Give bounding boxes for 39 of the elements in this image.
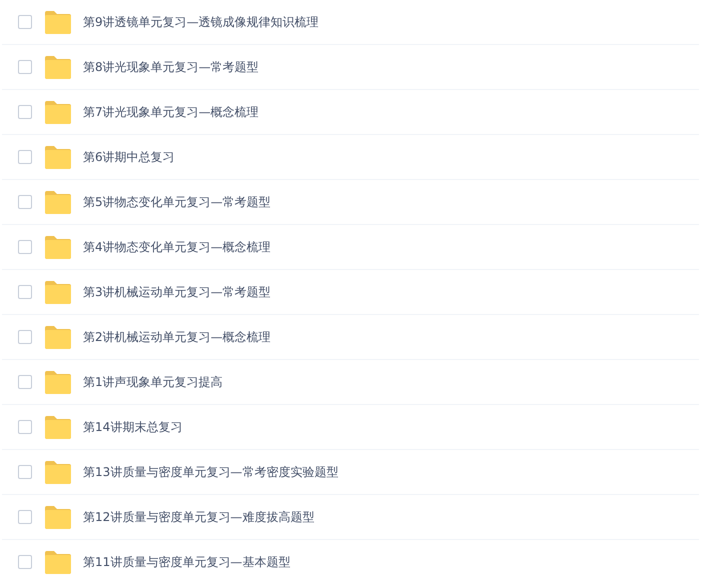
file-name[interactable]: 第7讲光现象单元复习—概念梳理 <box>83 104 259 120</box>
file-name[interactable]: 第1讲声现象单元复习提高 <box>83 374 223 390</box>
file-name[interactable]: 第14讲期末总复习 <box>83 418 182 436</box>
checkbox[interactable] <box>18 195 32 209</box>
folder-icon <box>45 100 71 124</box>
checkbox[interactable] <box>18 420 32 434</box>
checkbox[interactable] <box>18 105 32 119</box>
folder-icon <box>45 236 71 258</box>
checkbox[interactable] <box>18 150 32 164</box>
folder-icon <box>45 326 71 348</box>
file-name[interactable]: 第13讲质量与密度单元复习—常考密度实验题型 <box>83 464 338 480</box>
file-name[interactable]: 第11讲质量与密度单元复习—基本题型 <box>83 554 290 570</box>
folder-icon <box>45 56 71 78</box>
checkbox[interactable] <box>18 465 32 479</box>
checkbox[interactable] <box>18 15 32 29</box>
file-name[interactable]: 第12讲质量与密度单元复习—难度拔高题型 <box>83 508 314 526</box>
folder-icon <box>45 190 71 214</box>
folder-icon <box>45 146 71 168</box>
folder-icon <box>45 416 71 438</box>
folder-icon <box>45 506 71 528</box>
checkbox[interactable] <box>18 375 32 389</box>
checkbox[interactable] <box>18 240 32 254</box>
checkbox[interactable] <box>18 510 32 524</box>
checkbox[interactable] <box>18 330 32 344</box>
folder-icon <box>45 370 71 394</box>
file-name[interactable]: 第4讲物态变化单元复习—概念梳理 <box>83 238 271 256</box>
folder-icon <box>45 460 71 484</box>
file-name[interactable]: 第5讲物态变化单元复习—常考题型 <box>83 194 271 210</box>
checkbox[interactable] <box>18 60 32 74</box>
checkbox[interactable] <box>18 285 32 299</box>
file-name[interactable]: 第8讲光现象单元复习—常考题型 <box>83 58 259 76</box>
file-name[interactable]: 第6讲期中总复习 <box>83 148 175 166</box>
checkbox[interactable] <box>18 555 32 569</box>
folder-icon <box>45 280 71 304</box>
file-name[interactable]: 第2讲机械运动单元复习—概念梳理 <box>83 328 271 346</box>
folder-icon <box>45 10 71 34</box>
file-name[interactable]: 第9讲透镜单元复习—透镜成像规律知识梳理 <box>83 14 319 30</box>
file-name[interactable]: 第3讲机械运动单元复习—常考题型 <box>83 284 271 300</box>
folder-icon <box>45 550 71 574</box>
